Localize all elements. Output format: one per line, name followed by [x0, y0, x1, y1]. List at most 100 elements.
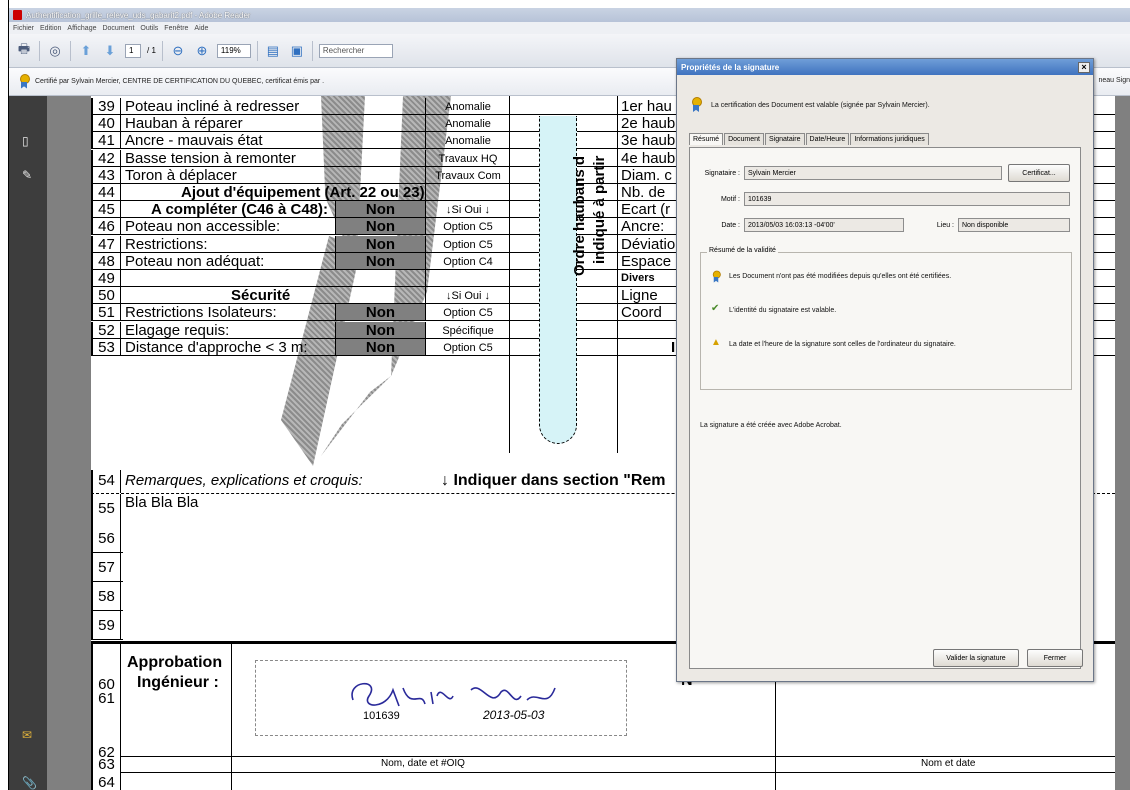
dialog-tabs: Résumé Document Signataire Date/Heure In…: [689, 133, 930, 145]
close-button[interactable]: Fermer: [1027, 649, 1083, 667]
comments-icon[interactable]: ✉: [22, 728, 34, 742]
created-with-text: La signature a été créée avec Adobe Acro…: [700, 422, 842, 429]
row-value: Non: [335, 338, 425, 356]
row-status: Anomalie: [445, 101, 491, 113]
row-label: Poteau non adéquat:: [125, 252, 265, 270]
row-label: Poteau non accessible:: [125, 218, 281, 236]
row-label: Ancre - mauvais état: [125, 132, 263, 150]
cell-divider: [425, 270, 426, 286]
tab-resume[interactable]: Résumé: [689, 133, 724, 145]
print-icon[interactable]: 🖶: [15, 41, 33, 60]
row-status: Spécifique: [442, 324, 494, 337]
page-total: / 1: [147, 46, 156, 55]
signatures-icon[interactable]: ✎: [22, 168, 34, 182]
row-status: Anomalie: [445, 118, 491, 131]
attachments-icon[interactable]: 📎: [22, 776, 37, 790]
zoom-select[interactable]: 119%: [216, 43, 251, 58]
next-page-icon[interactable]: ⬇: [101, 42, 119, 60]
menu-aide[interactable]: Aide: [194, 25, 208, 32]
window-titlebar: Authentification_grille_releve_uds_gabar…: [9, 8, 1130, 22]
row-number: 48: [91, 252, 121, 270]
cell-divider: [425, 304, 426, 321]
cell-divider: [425, 132, 426, 149]
toolbar-separator: [311, 40, 313, 61]
cell-divider: [425, 287, 426, 304]
row-number: 54: [91, 470, 121, 493]
row-number: 63: [98, 756, 115, 773]
fit-width-icon[interactable]: ▤: [264, 42, 282, 60]
search-input[interactable]: Rechercher: [318, 43, 393, 58]
certificat-button[interactable]: Certificat...: [1008, 164, 1070, 182]
valid-certification-icon: [691, 97, 702, 113]
row-status: Option C5: [443, 238, 493, 251]
lieu-label: Lieu :: [936, 222, 954, 229]
zoom-in-icon[interactable]: ⊕: [193, 42, 211, 60]
blank-row: 59: [91, 611, 123, 640]
row-value: Non: [335, 201, 425, 218]
row-number: 64: [98, 774, 115, 790]
signature-panel-button[interactable]: neau Sign: [1098, 77, 1130, 84]
row-number: 59: [91, 611, 121, 639]
row-label: Sécurité: [231, 287, 291, 305]
validity-summary-group: Résumé de la validité Les Document n'ont…: [700, 247, 1072, 390]
menu-outils[interactable]: Outils: [140, 25, 158, 32]
hatched-shape: [321, 376, 391, 456]
page-number-input[interactable]: 1: [125, 43, 141, 58]
menu-fenetre[interactable]: Fenêtre: [164, 25, 188, 32]
remarks-label: Remarques, explications et croquis:: [125, 472, 363, 489]
vertical-divider: [617, 96, 618, 453]
navigation-panel: ▯ ✎ ✉ 📎: [9, 96, 47, 790]
cell-divider: [425, 338, 426, 355]
row-number: 40: [91, 115, 121, 132]
fit-page-icon[interactable]: ▣: [288, 42, 306, 60]
row-label: A compléter (C46 à C48):: [151, 201, 328, 219]
menu-affichage[interactable]: Affichage: [67, 25, 96, 32]
row-right-label: Divers: [621, 272, 655, 284]
cell-divider: [425, 201, 426, 218]
row-label: Elagage requis:: [125, 321, 230, 339]
menu-document[interactable]: Document: [102, 25, 134, 32]
row-right-label: 4e haub: [621, 149, 676, 167]
row-label: Distance d'approche < 3 m:: [125, 338, 308, 356]
window-title: Authentification_grille_releve_uds_gabar…: [26, 10, 251, 20]
row-right-label: Coord: [621, 304, 662, 322]
toolbar-separator: [256, 40, 258, 61]
row-number: 52: [91, 321, 121, 339]
row-number: 45: [91, 201, 121, 218]
previous-page-icon[interactable]: ⬆: [77, 42, 95, 60]
signature-date: 2013-05-03: [483, 708, 545, 722]
row-status: Option C4: [443, 255, 493, 268]
row-label: Ajout d'équipement (Art. 22 ou 23): [181, 184, 425, 201]
row-right-label: 3e haub: [621, 132, 676, 150]
row-label: Restrictions Isolateurs:: [125, 304, 277, 322]
pages-icon[interactable]: ▯: [22, 134, 34, 148]
row-status: ↓Si Oui ↓: [445, 290, 490, 303]
zoom-out-icon[interactable]: ⊖: [169, 42, 187, 60]
signataire-field: Sylvain Mercier: [744, 166, 1002, 180]
menu-fichier[interactable]: Fichier: [13, 25, 34, 32]
tab-date-heure[interactable]: Date/Heure: [805, 133, 850, 145]
validity-item-2: L'identité du signataire est valable.: [729, 307, 837, 314]
cell-divider: [425, 98, 426, 114]
certified-ribbon-icon: [19, 73, 30, 90]
validity-group-title: Résumé de la validité: [707, 247, 778, 254]
row-number: 51: [91, 304, 121, 321]
row-right-label: Nb. de: [621, 184, 666, 201]
lieu-field: Non disponible: [958, 218, 1070, 232]
blank-row: 57: [91, 553, 123, 582]
collaborate-icon[interactable]: ◎: [46, 42, 64, 60]
tab-document[interactable]: Document: [724, 133, 764, 145]
dialog-close-icon[interactable]: ×: [1078, 61, 1090, 73]
row-value: Non: [335, 304, 425, 321]
vertical-label-1: Ordre haubans d: [571, 155, 588, 276]
tab-signataire[interactable]: Signataire: [764, 133, 805, 145]
toolbar-separator: [161, 40, 163, 61]
signature-caption: Nom, date et #OIQ: [381, 758, 465, 769]
row-number: 39: [91, 98, 121, 115]
row-number: 56: [91, 524, 121, 552]
validate-signature-button[interactable]: Valider la signature: [933, 649, 1019, 667]
row-status: Option C5: [443, 221, 493, 234]
menu-edition[interactable]: Edition: [40, 25, 61, 32]
cell-divider: [425, 252, 426, 269]
tab-informations-juridiques[interactable]: Informations juridiques: [850, 133, 929, 145]
